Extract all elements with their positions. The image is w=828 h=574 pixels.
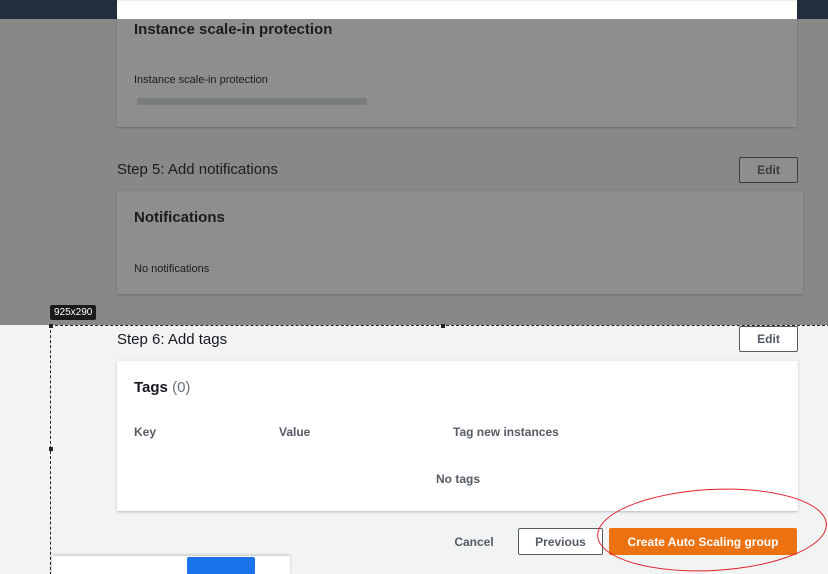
cancel-button[interactable]: Cancel — [443, 533, 505, 551]
notifications-empty-text: No notifications — [134, 263, 210, 275]
tags-title: Tags (0) — [134, 379, 190, 396]
notifications-title: Notifications — [134, 209, 225, 226]
step-6-edit-button[interactable]: Edit — [739, 326, 798, 352]
stop-sharing-button[interactable] — [187, 557, 255, 574]
tags-title-text: Tags — [134, 379, 168, 396]
step-5-title: Step 5: Add notifications — [117, 161, 278, 178]
create-auto-scaling-group-button[interactable]: Create Auto Scaling group — [609, 528, 797, 555]
scale-in-protection-title: Instance scale-in protection — [134, 21, 333, 38]
scale-in-protection-card: Instance scale-in protection Instance sc… — [117, 0, 797, 127]
selection-dimensions-label: 925x290 — [50, 305, 97, 320]
column-tag-new-instances: Tag new instances — [453, 425, 559, 439]
selection-handle-top-left[interactable] — [49, 324, 53, 328]
column-key: Key — [134, 425, 157, 439]
step-6-title: Step 6: Add tags — [117, 331, 228, 348]
column-value: Value — [279, 425, 311, 439]
previous-button[interactable]: Previous — [518, 528, 603, 555]
scale-in-protection-value — [137, 98, 367, 105]
tags-count: (0) — [172, 379, 191, 396]
notifications-card: Notifications No notifications — [117, 190, 803, 294]
tags-card: Tags (0) Key Value Tag new instances No … — [117, 360, 798, 511]
selection-handle-left[interactable] — [49, 447, 53, 451]
step-5-edit-button[interactable]: Edit — [739, 157, 798, 183]
selection-handle-top[interactable] — [441, 324, 445, 328]
screen-share-bar — [52, 556, 290, 574]
tags-empty-text: No tags — [436, 472, 481, 486]
scale-in-protection-label: Instance scale-in protection — [134, 74, 268, 86]
